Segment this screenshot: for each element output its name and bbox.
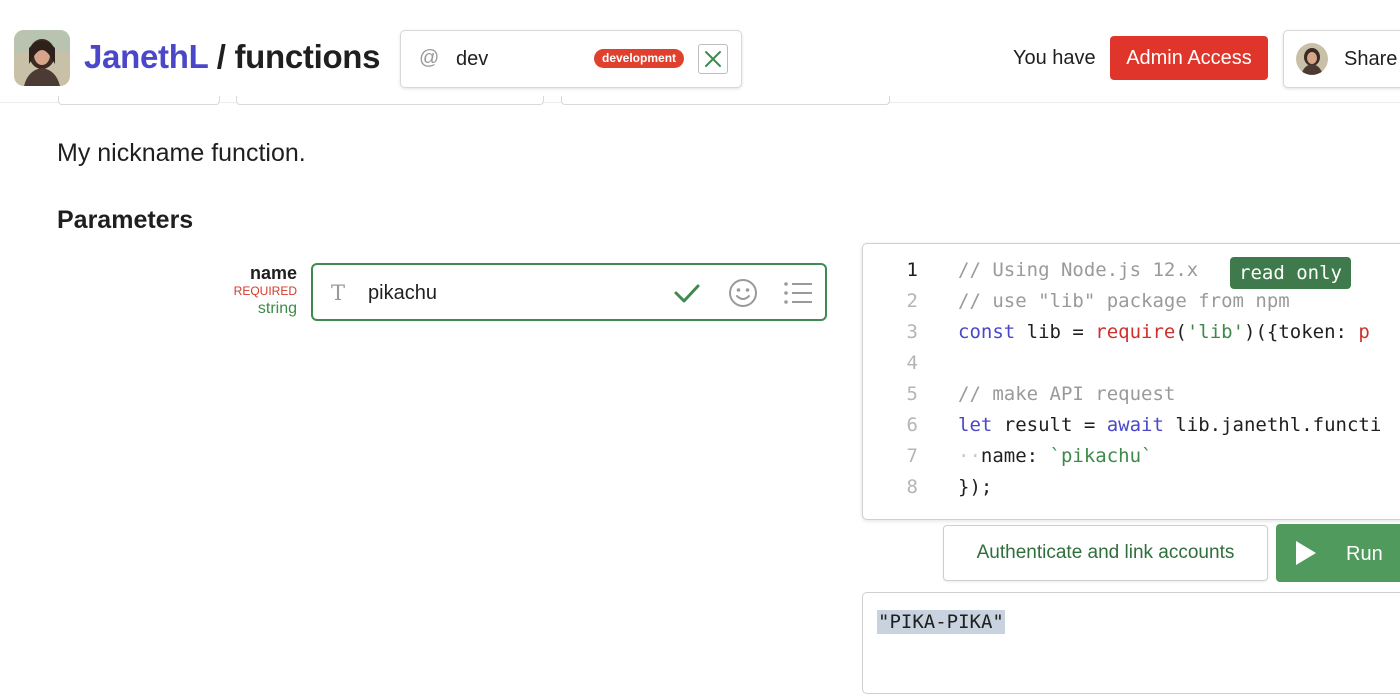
result-panel: "PIKA-PIKA" (862, 592, 1400, 694)
code-text: // Using Node.js 12.x (958, 259, 1198, 281)
emoji-icon[interactable] (727, 277, 759, 314)
tab-edge (236, 96, 544, 105)
line-number: 5 (906, 383, 918, 405)
check-icon (673, 279, 701, 312)
code-token: }); (958, 476, 993, 498)
param-name-input[interactable]: T pikachu (311, 263, 827, 321)
run-button[interactable]: Run (1276, 524, 1400, 582)
code-line: 5 // make API request (863, 383, 1400, 414)
code-line: 7 ··name: `pikachu` (863, 445, 1400, 476)
access-prefix: You have (1013, 47, 1096, 69)
code-token: const (958, 321, 1016, 343)
code-token: lib = (1015, 321, 1096, 343)
text-type-icon: T (331, 281, 346, 305)
line-number: 3 (906, 321, 918, 343)
close-icon[interactable] (698, 44, 728, 74)
parameters-heading: Parameters (57, 206, 194, 234)
share-label: Share (1344, 48, 1398, 70)
code-text: let result = await lib.janethl.functi (958, 414, 1381, 436)
environment-badge: development (594, 49, 685, 68)
line-number: 6 (906, 414, 918, 436)
repo-name[interactable]: functions (234, 38, 380, 75)
line-number: 7 (906, 445, 918, 467)
page-title: JanethL / functions (84, 38, 381, 76)
code-token: result = (992, 414, 1107, 436)
code-line: 3 const lib = require('lib')({token: p (863, 321, 1400, 352)
code-token: name: (980, 445, 1050, 467)
code-token: let (958, 414, 993, 436)
admin-access-badge: Admin Access (1110, 36, 1268, 80)
share-button[interactable]: Share (1283, 30, 1400, 88)
share-avatar (1296, 43, 1328, 75)
code-text: // make API request (958, 383, 1175, 405)
code-text: ··name: `pikachu` (958, 445, 1152, 467)
code-token: require (1095, 321, 1176, 343)
tab-edge (561, 96, 890, 105)
result-value[interactable]: "PIKA-PIKA" (877, 610, 1005, 634)
code-token: await (1106, 414, 1164, 436)
run-label: Run (1346, 543, 1383, 565)
at-icon: @ (419, 47, 440, 69)
function-description: My nickname function. (57, 139, 306, 167)
line-number: 2 (906, 290, 918, 312)
param-type-label: string (257, 300, 297, 317)
code-line: 8}); (863, 476, 1400, 507)
authenticate-button[interactable]: Authenticate and link accounts (943, 525, 1268, 581)
tab-edge (58, 96, 220, 105)
code-token: `pikachu` (1049, 445, 1153, 467)
code-line: 6 let result = await lib.janethl.functi (863, 414, 1400, 445)
code-token: ·· (958, 445, 981, 467)
code-token: 'lib' (1186, 321, 1245, 343)
list-icon[interactable] (783, 280, 813, 311)
code-token: )({token: (1244, 321, 1359, 343)
param-name-label: name (249, 263, 297, 283)
user-avatar[interactable] (14, 30, 70, 86)
play-icon (1294, 540, 1318, 571)
code-token: // Using Node.js 12.x (958, 259, 1199, 281)
environment-selector[interactable]: @ dev development (400, 30, 742, 88)
code-text: // use "lib" package from npm (958, 290, 1290, 312)
param-required-label: REQUIRED (233, 284, 297, 298)
code-text: const lib = require('lib')({token: p (958, 321, 1370, 343)
code-text: }); (958, 476, 992, 498)
owner-link[interactable]: JanethL (84, 38, 208, 75)
code-token: p (1358, 321, 1370, 343)
code-token: ( (1175, 321, 1187, 343)
code-token: // make API request (958, 383, 1176, 405)
line-number: 8 (906, 476, 918, 498)
code-line: 4 (863, 352, 1400, 383)
line-number: 4 (906, 352, 918, 374)
app-header: JanethL / functions @ dev development Yo… (0, 0, 1400, 103)
title-separator: / (207, 38, 235, 75)
code-token: // use "lib" package from npm (958, 290, 1290, 312)
environment-name: dev (456, 48, 489, 70)
line-number: 1 (906, 259, 918, 281)
read-only-badge: read only (1230, 257, 1351, 289)
code-line: 2 // use "lib" package from npm (863, 290, 1400, 321)
code-token: lib.janethl.functi (1163, 414, 1382, 436)
param-value[interactable]: pikachu (368, 282, 437, 305)
